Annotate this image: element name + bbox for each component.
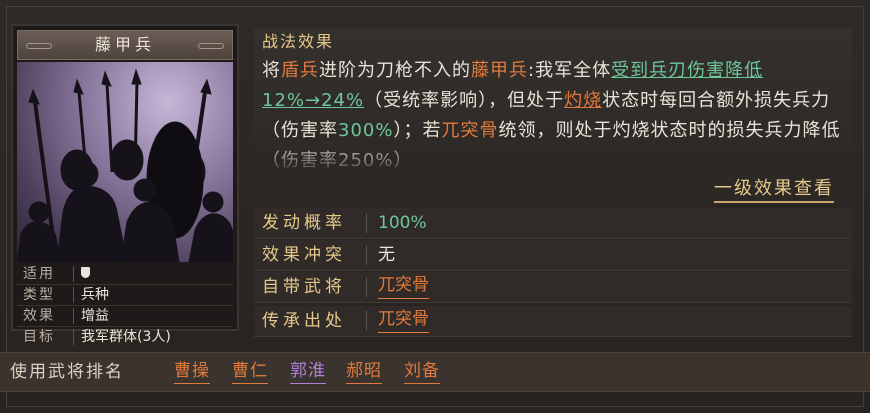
prop-label: 目标 bbox=[23, 329, 55, 345]
general-link-liubei[interactable]: 刘备 bbox=[404, 360, 440, 384]
skill-detail-panel: 藤甲兵 适用 类型 兵种 效果 增益 目标 我军群体(3人) 战法效果 将盾兵进… bbox=[0, 0, 870, 413]
general-link-haozhao[interactable]: 郝昭 bbox=[346, 360, 382, 384]
general-ranking-bar: 使用武将排名 曹操 曹仁 郭淮 郝昭 刘备 bbox=[0, 352, 870, 392]
prop-applicable: 适用 bbox=[17, 264, 233, 285]
prop-target: 目标 我军群体(3人) bbox=[17, 327, 233, 347]
row-label: 自带武将 bbox=[262, 277, 346, 297]
prop-value: 我军群体(3人) bbox=[81, 329, 171, 345]
description-segment: （受统率影响），但处于 bbox=[364, 90, 565, 111]
general-link-caocao[interactable]: 曹操 bbox=[174, 360, 210, 384]
ranking-label: 使用武将排名 bbox=[10, 362, 124, 382]
soldiers-silhouette-icon bbox=[17, 68, 233, 262]
description-segment: 进阶为刀枪不入的 bbox=[319, 60, 471, 81]
description-segment: 藤甲兵 bbox=[471, 60, 528, 81]
inherit-source-row: 传承出处 兀突骨 bbox=[254, 306, 852, 337]
prop-value: 兵种 bbox=[81, 287, 109, 303]
row-label: 发动概率 bbox=[262, 213, 346, 233]
description-segment: 盾兵 bbox=[281, 60, 319, 81]
skill-properties: 适用 类型 兵种 效果 增益 目标 我军群体(3人) bbox=[17, 264, 233, 347]
effect-conflict-row: 效果冲突 无 bbox=[254, 240, 852, 271]
description-segment: ）；若 bbox=[393, 120, 442, 141]
level-one-effect-link[interactable]: 一级效果查看 bbox=[714, 174, 834, 203]
prop-label: 效果 bbox=[23, 308, 55, 324]
description-segment: 将 bbox=[262, 60, 281, 81]
effect-section-title: 战法效果 bbox=[262, 32, 335, 51]
general-link-caoren[interactable]: 曹仁 bbox=[232, 360, 268, 384]
innate-general-link[interactable]: 兀突骨 bbox=[378, 272, 429, 299]
description-segment: 300% bbox=[338, 120, 394, 141]
prop-value: 增益 bbox=[81, 308, 109, 324]
row-label: 效果冲突 bbox=[262, 245, 346, 265]
skill-name: 藤甲兵 bbox=[17, 30, 233, 60]
skill-card: 藤甲兵 适用 类型 兵种 效果 增益 目标 我军群体(3人) bbox=[11, 24, 239, 345]
description-segment: 兀突骨 bbox=[441, 120, 499, 141]
prop-label: 类型 bbox=[23, 287, 55, 303]
inherit-source-link[interactable]: 兀突骨 bbox=[378, 306, 429, 333]
description-segment[interactable]: 灼烧 bbox=[564, 90, 602, 111]
prop-label: 适用 bbox=[23, 266, 55, 282]
row-label: 传承出处 bbox=[262, 311, 346, 331]
description-segment: :我军全体 bbox=[528, 60, 612, 81]
prop-type: 类型 兵种 bbox=[17, 285, 233, 306]
effect-conflict-value: 无 bbox=[378, 245, 395, 265]
shield-icon bbox=[81, 267, 90, 278]
general-link-guohuai[interactable]: 郭淮 bbox=[290, 360, 326, 384]
skill-illustration bbox=[17, 62, 233, 262]
prop-value bbox=[81, 264, 90, 284]
prop-effect: 效果 增益 bbox=[17, 306, 233, 327]
trigger-rate-row: 发动概率 100% bbox=[254, 208, 852, 239]
innate-general-row: 自带武将 兀突骨 bbox=[254, 272, 852, 303]
trigger-rate-value: 100% bbox=[378, 213, 427, 233]
description-fade bbox=[254, 140, 852, 174]
